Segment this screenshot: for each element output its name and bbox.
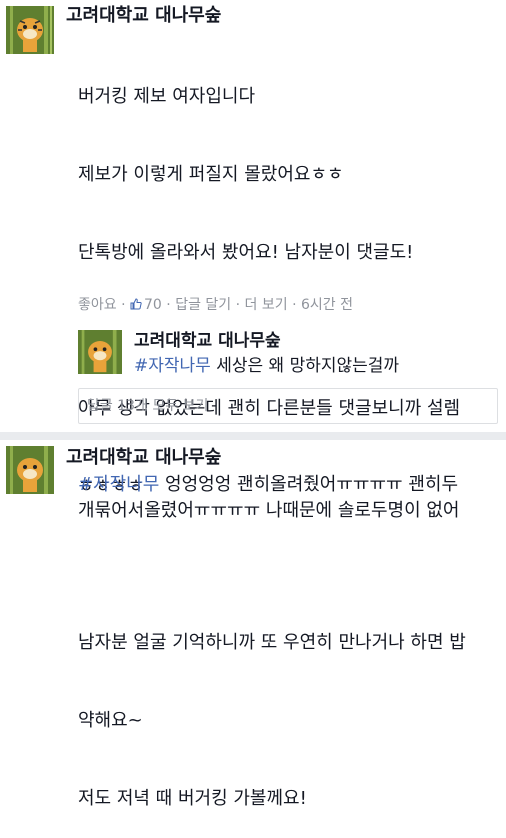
- post1-line: [78, 552, 506, 578]
- page-name-post1[interactable]: 고려대학교 대나무숲: [66, 4, 221, 28]
- post2-body: #자작나무 엉엉엉엉 괜히올려줬어ㅠㅠㅠㅠ 괜히두 개묶어서올렸어ㅠㅠㅠㅠ 나때…: [78, 472, 506, 524]
- separator: ·: [121, 297, 126, 313]
- separator: ·: [166, 297, 171, 313]
- post1-actions: 좋아요 · 70 · 답글 달기 · 더 보기 · 6시간 전: [78, 295, 353, 315]
- post1-line: 남자분 얼굴 기억하니까 또 우연히 만나거나 하면 밥: [78, 632, 466, 653]
- view-all-replies-button[interactable]: 답글 13개 모두 보기: [78, 388, 498, 424]
- reply-avatar[interactable]: [78, 330, 122, 374]
- reply-page-name[interactable]: 고려대학교 대나무숲: [134, 330, 281, 352]
- post2-line: #자작나무 엉엉엉엉 괜히올려줬어ㅠㅠㅠㅠ 괜히두: [78, 472, 506, 498]
- tiger-avatar-icon: [6, 446, 54, 494]
- post1-line: 버거킹 제보 여자입니다: [78, 86, 256, 107]
- hashtag-link[interactable]: #자작나무: [134, 356, 211, 376]
- page-avatar-post2[interactable]: [6, 446, 54, 494]
- separator: ·: [292, 297, 297, 313]
- thumbs-up-icon: [130, 298, 142, 310]
- reply-text: #자작나무 세상은 왜 망하지않는걸까: [134, 354, 399, 378]
- post1-line: 제보가 이렇게 퍼질지 몰랐어요ㅎㅎ: [78, 164, 344, 185]
- post-divider: [0, 432, 506, 440]
- post1-line: 약해요~: [78, 710, 143, 731]
- more-link[interactable]: 더 보기: [245, 297, 288, 313]
- hashtag-link[interactable]: #자작나무: [78, 474, 159, 495]
- post1-line: 저도 저녁 때 버거킹 가볼께요!: [78, 788, 307, 809]
- tiger-avatar-icon: [6, 6, 54, 54]
- reply-body: 세상은 왜 망하지않는걸까: [210, 356, 400, 376]
- like-link[interactable]: 좋아요: [78, 297, 117, 313]
- timestamp: 6시간 전: [300, 297, 353, 313]
- like-count-number: 70: [144, 297, 162, 313]
- post2-line: 개묶어서올렸어ㅠㅠㅠㅠ 나때문에 솔로두명이 없어: [78, 500, 460, 521]
- tiger-avatar-icon: [78, 330, 122, 374]
- page-name-post2[interactable]: 고려대학교 대나무숲: [66, 446, 221, 470]
- reply-link[interactable]: 답글 달기: [175, 297, 231, 313]
- like-count[interactable]: 70: [130, 297, 166, 313]
- post2-line1-text: 엉엉엉엉 괜히올려줬어ㅠㅠㅠㅠ 괜히두: [159, 474, 459, 495]
- page-avatar-post1[interactable]: [6, 6, 54, 54]
- separator: ·: [235, 297, 241, 313]
- post1-line: 단톡방에 올라와서 봤어요! 남자분이 댓글도!: [78, 242, 414, 263]
